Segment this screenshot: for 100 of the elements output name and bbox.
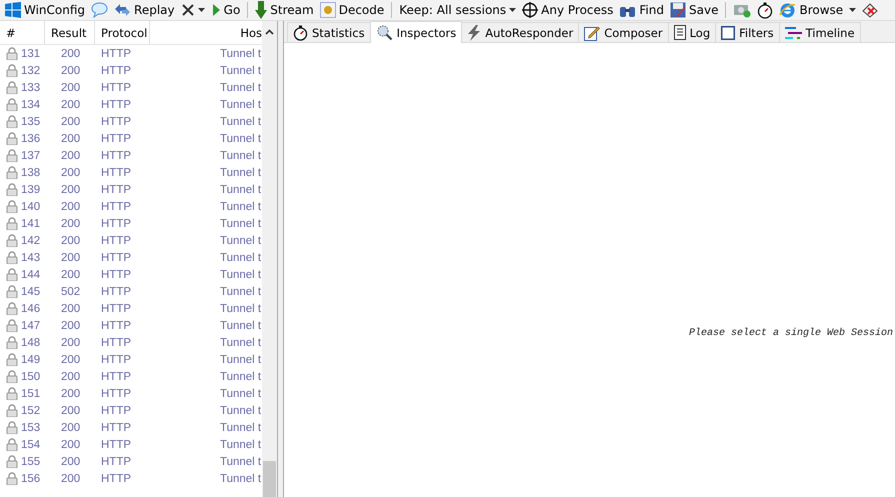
table-cell: 148 [21, 336, 40, 348]
table-cell-text: 200 [60, 132, 82, 144]
table-cell-text: HTTP [100, 320, 132, 332]
table-cell-text: Tunnel t [219, 116, 262, 128]
table-cell-text: 200 [60, 354, 82, 366]
play-icon [210, 3, 221, 17]
padlock-icon [6, 285, 18, 298]
column-header[interactable]: Protocol [95, 21, 150, 44]
table-cell: 134 [21, 98, 40, 110]
down-arrow-icon [255, 1, 268, 19]
table-cell: 145 [21, 286, 40, 298]
tab[interactable]: Composer [578, 22, 669, 42]
table-cell: 139 [21, 184, 40, 196]
toolbar-button[interactable]: Decode [316, 0, 388, 20]
crosshair-icon [522, 2, 538, 18]
table-cell-text: 200 [60, 252, 82, 264]
table-cell-text: 200 [60, 98, 82, 110]
tab[interactable]: AutoResponder [461, 22, 580, 42]
toolbar-button[interactable]: Find [616, 0, 667, 20]
magnifier-icon [376, 24, 393, 40]
empty-message: Please select a single Web Session [688, 328, 893, 339]
table-cell-text: 200 [60, 64, 82, 76]
table-cell: 136 [21, 132, 40, 144]
tab[interactable]: Statistics [287, 22, 371, 42]
table-cell-text: Tunnel t [219, 150, 262, 162]
padlock-icon [6, 268, 18, 281]
padlock-icon [6, 234, 18, 247]
table-cell-text: Tunnel t [219, 472, 262, 484]
toolbar-button[interactable]: Go [208, 0, 244, 20]
windows-icon [5, 2, 21, 18]
column-header[interactable]: Hos [150, 21, 262, 44]
scrollbar-thumb[interactable] [263, 461, 276, 497]
table-cell-text: HTTP [100, 82, 132, 94]
table-cell-text: Tunnel t [219, 268, 262, 280]
table-cell-text: Tunnel t [219, 82, 262, 94]
table-cell: 138 [21, 166, 40, 178]
table-cell-text: Tunnel t [219, 234, 262, 246]
padlock-icon [6, 115, 18, 128]
table-cell-text: HTTP [100, 98, 132, 110]
toolbar-button[interactable]: Browse [776, 0, 846, 20]
padlock-icon [6, 353, 18, 366]
table-cell-text: HTTP [100, 200, 132, 212]
table-cell: 154 [21, 438, 40, 450]
table-cell-text: Tunnel t [219, 388, 262, 400]
table-cell-text: Tunnel t [219, 184, 262, 196]
table-cell-text: 200 [60, 116, 82, 128]
stopwatch-icon [293, 24, 308, 40]
table-cell: 140 [21, 200, 40, 212]
padlock-icon [6, 81, 18, 94]
table-cell: 135 [21, 116, 40, 128]
table-cell-text: Tunnel t [219, 218, 262, 230]
table-cell-text: 200 [60, 302, 82, 314]
table-cell-text: Tunnel t [219, 404, 262, 416]
table-cell-text: HTTP [100, 370, 132, 382]
table-cell-text: HTTP [100, 336, 132, 348]
table-cell-text: 502 [60, 286, 82, 298]
toolbar-button[interactable]: WinConfig [2, 0, 88, 20]
tab[interactable]: Inspectors [370, 21, 462, 43]
toolbar-button[interactable]: Replay [111, 0, 178, 20]
table-cell-text: HTTP [100, 438, 132, 450]
table-cell-text: Tunnel t [219, 438, 262, 450]
table-cell-text: HTTP [100, 268, 132, 280]
padlock-icon [6, 64, 18, 77]
table-cell-text: Tunnel t [219, 336, 262, 348]
table-cell-text: 200 [60, 438, 82, 450]
table-cell-text: Tunnel t [219, 64, 262, 76]
table-cell-text: Tunnel t [219, 132, 262, 144]
tab[interactable]: Timeline [778, 22, 861, 42]
toolbar-button[interactable]: Any Process [519, 0, 616, 20]
table-cell-text: 200 [60, 218, 82, 230]
column-header[interactable]: # [0, 21, 45, 44]
tab[interactable]: Log [668, 22, 716, 42]
table-cell-text: HTTP [100, 234, 132, 246]
table-cell-text: Tunnel t [219, 370, 262, 382]
table-cell-text: Tunnel t [219, 98, 262, 110]
table-cell: 146 [21, 302, 40, 314]
table-cell: 155 [21, 456, 40, 468]
table-cell-text: Tunnel t [219, 48, 262, 60]
table-cell-text: HTTP [100, 218, 132, 230]
table-cell-text: 200 [60, 456, 82, 468]
table-cell: 149 [21, 354, 40, 366]
table-cell: 150 [21, 370, 40, 382]
document-icon [674, 25, 686, 40]
table-cell-text: HTTP [100, 456, 132, 468]
column-header[interactable]: Result [45, 21, 95, 44]
toolbar-button[interactable]: Stream [252, 0, 317, 20]
toolbar-button[interactable]: Save [667, 0, 722, 20]
table-cell-text: HTTP [100, 472, 132, 484]
table-cell-text: HTTP [100, 132, 132, 144]
table-cell-text: HTTP [100, 150, 132, 162]
scrollbar[interactable] [262, 21, 277, 497]
table-cell-text: HTTP [100, 422, 132, 434]
table-cell-text: 200 [60, 320, 82, 332]
tab[interactable]: Filters [715, 22, 780, 42]
table-cell-text: HTTP [100, 64, 132, 76]
table-cell-text: Tunnel t [219, 302, 262, 314]
table-cell-text: HTTP [100, 116, 132, 128]
toolbar-button[interactable]: Keep: All sessions [396, 0, 520, 20]
padlock-icon [6, 217, 18, 230]
table-cell: 141 [21, 218, 40, 230]
